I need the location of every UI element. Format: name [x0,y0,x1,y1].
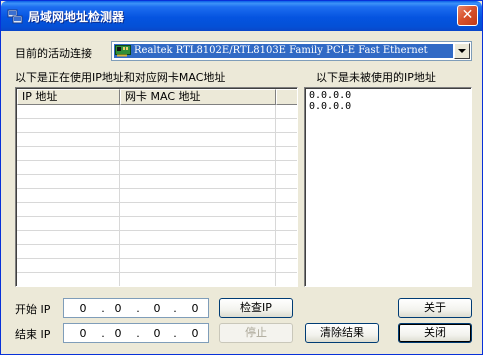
connection-selected-item: Realtek RTL8102E/RTL8103E Family PCI-E F… [114,44,453,58]
start-ip-octet-4[interactable]: 0 [188,302,202,315]
column-divider [119,105,120,286]
used-ip-list-rows [17,105,297,286]
unused-list-label: 以下是未被使用的IP地址 [316,71,436,84]
unused-ip-list[interactable]: 0.0.0.0 0.0.0.0 [304,87,472,287]
end-ip-octet-2[interactable]: 0 [111,327,125,340]
list-item[interactable]: 0.0.0.0 [309,90,467,101]
app-icon [7,9,23,24]
used-ip-list[interactable]: IP 地址 网卡 MAC 地址 [15,87,298,287]
column-header-ip[interactable]: IP 地址 [17,89,120,105]
start-ip-octet-2[interactable]: 0 [111,302,125,315]
close-window-button[interactable]: ✕ [457,5,478,26]
column-divider [275,105,276,286]
app-window: 局域网地址检测器 ✕ 目前的活动连接 Realtek RTL8102E/RTL8… [0,0,483,355]
end-ip-label: 结束 IP [15,328,51,341]
network-card-icon [115,45,131,57]
start-ip-octet-1[interactable]: 0 [76,302,90,315]
end-ip-octet-1[interactable]: 0 [76,327,90,340]
start-ip-octet-3[interactable]: 0 [150,302,164,315]
check-ip-button[interactable]: 检查IP [219,298,293,318]
about-button[interactable]: 关于 [398,298,472,318]
connection-select[interactable]: Realtek RTL8102E/RTL8103E Family PCI-E F… [111,41,472,61]
octet-separator: . [173,302,177,315]
title-bar[interactable]: 局域网地址检测器 ✕ [1,1,482,31]
list-item[interactable]: 0.0.0.0 [309,101,467,112]
stop-button[interactable]: 停止 [219,323,293,343]
octet-separator: . [173,327,177,340]
end-ip-octet-3[interactable]: 0 [150,327,164,340]
chevron-down-icon[interactable] [454,43,470,59]
column-header-mac[interactable]: 网卡 MAC 地址 [120,89,276,105]
used-ip-list-header: IP 地址 网卡 MAC 地址 [17,89,297,105]
end-ip-octet-4[interactable]: 0 [188,327,202,340]
connection-selected-text: Realtek RTL8102E/RTL8103E Family PCI-E F… [134,45,428,56]
close-button[interactable]: 关闭 [398,323,472,343]
window-title: 局域网地址检测器 [28,10,125,24]
column-header-filler [276,89,297,105]
octet-separator: . [101,327,105,340]
octet-separator: . [136,327,140,340]
start-ip-field[interactable]: 0 . 0 . 0 . 0 [63,298,209,318]
clear-results-button[interactable]: 清除结果 [305,323,379,343]
end-ip-field[interactable]: 0 . 0 . 0 . 0 [63,323,209,343]
connection-label: 目前的活动连接 [15,47,92,60]
octet-separator: . [136,302,140,315]
start-ip-label: 开始 IP [15,303,51,316]
used-list-label: 以下是正在使用IP地址和对应网卡MAC地址 [15,71,226,84]
octet-separator: . [101,302,105,315]
